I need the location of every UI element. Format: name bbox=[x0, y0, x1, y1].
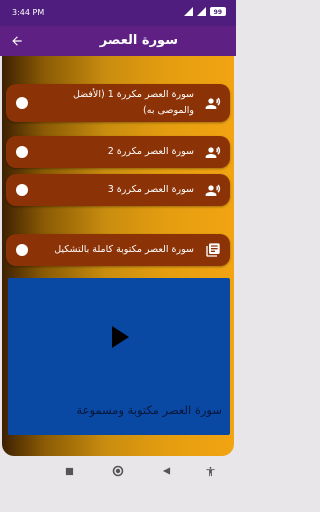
status-bar: 3:44 PM 99 bbox=[0, 0, 236, 26]
radio-button[interactable] bbox=[16, 97, 28, 109]
accessibility-icon bbox=[205, 466, 215, 476]
square-icon bbox=[65, 467, 73, 475]
status-time: 3:44 PM bbox=[12, 8, 45, 17]
signal-icon bbox=[196, 7, 206, 16]
signal-icon bbox=[183, 7, 193, 16]
speaker-voice-icon bbox=[204, 143, 222, 161]
list-item-recitation-1[interactable]: سورة العصر مكررة 1 (الأفضل والموصى به) bbox=[6, 84, 230, 122]
radio-button[interactable] bbox=[16, 146, 28, 158]
page-title: سورة العصر bbox=[99, 33, 178, 48]
accessibility-button[interactable] bbox=[200, 461, 220, 481]
status-icons: 99 bbox=[183, 7, 226, 16]
home-button[interactable] bbox=[108, 461, 128, 481]
list-item-full-text[interactable]: سورة العصر مكتوبة كاملة بالتشكيل bbox=[6, 234, 230, 266]
triangle-back-icon bbox=[162, 467, 170, 475]
list-item-label: سورة العصر مكررة 3 bbox=[107, 184, 194, 195]
list-item-recitation-3[interactable]: سورة العصر مكررة 3 bbox=[6, 174, 230, 206]
screen: 3:44 PM 99 سورة العصر سورة العصر مكررة 1… bbox=[0, 0, 236, 512]
radio-button[interactable] bbox=[16, 184, 28, 196]
list-item-label: سورة العصر مكررة 2 bbox=[107, 146, 194, 157]
back-nav-button[interactable] bbox=[156, 461, 176, 481]
list-item-label-line2: والموصى به) bbox=[143, 105, 194, 116]
recents-button[interactable] bbox=[59, 461, 79, 481]
speaker-voice-icon bbox=[204, 181, 222, 199]
system-nav-bar bbox=[0, 456, 236, 512]
library-books-icon bbox=[204, 241, 222, 259]
arrow-back-icon bbox=[12, 36, 22, 46]
play-icon[interactable] bbox=[110, 325, 130, 349]
radio-button[interactable] bbox=[16, 244, 28, 256]
list-item-label: سورة العصر مكررة 1 (الأفضل bbox=[72, 89, 194, 100]
speaker-voice-icon bbox=[204, 94, 222, 112]
video-caption: سورة العصر مكتوبة ومسموعة bbox=[76, 403, 222, 417]
list-item-label: سورة العصر مكتوبة كاملة بالتشكيل bbox=[54, 244, 194, 255]
circle-icon bbox=[112, 465, 124, 477]
app-bar: سورة العصر bbox=[0, 26, 236, 56]
battery-icon: 99 bbox=[209, 7, 226, 16]
back-button[interactable] bbox=[8, 32, 26, 50]
list-item-recitation-2[interactable]: سورة العصر مكررة 2 bbox=[6, 136, 230, 168]
main-content: سورة العصر مكررة 1 (الأفضل والموصى به) س… bbox=[0, 56, 236, 456]
video-player[interactable]: سورة العصر مكتوبة ومسموعة bbox=[8, 278, 230, 435]
